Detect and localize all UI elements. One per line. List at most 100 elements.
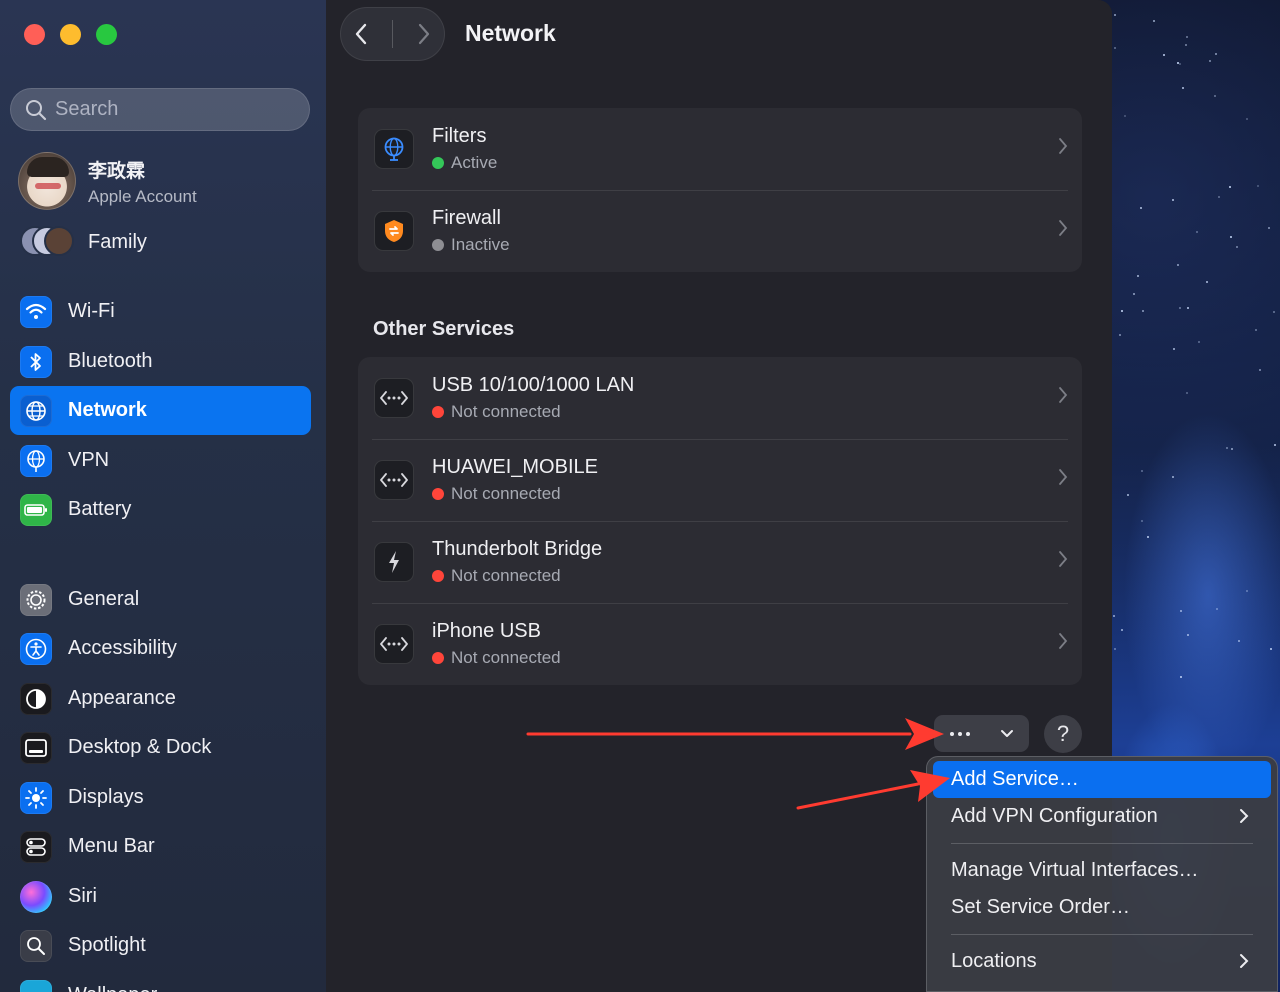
menu-bar-icon: [20, 830, 52, 863]
bluetooth-icon: [20, 345, 52, 378]
service-row-thunderbolt-bridge[interactable]: Thunderbolt Bridge Not connected: [358, 521, 1082, 603]
close-window-button[interactable]: [24, 24, 45, 45]
service-row-firewall[interactable]: Firewall Inactive: [358, 190, 1082, 272]
search-field[interactable]: [10, 88, 310, 131]
sidebar-item-label: Battery: [68, 498, 132, 520]
apple-account-item[interactable]: 李政霖 Apple Account: [18, 152, 197, 210]
thunderbolt-icon: [374, 542, 414, 582]
star-decoration: [1124, 115, 1126, 117]
window-controls: [24, 24, 117, 45]
star-decoration: [1137, 275, 1139, 277]
service-status: Active: [432, 153, 497, 173]
sidebar-item-siri[interactable]: Siri: [10, 872, 311, 921]
sidebar-item-label: Wallpaper: [68, 984, 157, 992]
sidebar-item-wifi[interactable]: Wi-Fi: [10, 287, 311, 336]
service-row-huawei-mobile[interactable]: HUAWEI_MOBILE Not connected: [358, 439, 1082, 521]
star-decoration: [1270, 648, 1272, 650]
sidebar-item-displays[interactable]: Displays: [10, 773, 311, 822]
star-decoration: [1163, 54, 1165, 56]
sun-icon: [20, 781, 52, 814]
menu-item-locations[interactable]: Locations: [933, 943, 1271, 980]
minimize-window-button[interactable]: [60, 24, 81, 45]
service-status: Not connected: [432, 566, 602, 586]
sidebar-item-network[interactable]: Network: [10, 386, 311, 435]
star-decoration: [1196, 231, 1198, 233]
status-dot-icon: [432, 239, 444, 251]
status-text: Not connected: [451, 566, 561, 585]
star-decoration: [1257, 185, 1259, 187]
forward-arrow-icon[interactable]: [416, 22, 432, 46]
menu-item-label: Set Service Order…: [951, 896, 1130, 918]
gear-icon: [20, 583, 52, 616]
sidebar-item-general[interactable]: General: [10, 575, 311, 624]
star-decoration: [1140, 207, 1142, 209]
star-decoration: [1172, 199, 1174, 201]
menu-item-set-service-order[interactable]: Set Service Order…: [933, 889, 1271, 926]
menu-item-add-vpn-configuration[interactable]: Add VPN Configuration: [933, 798, 1271, 835]
status-text: Active: [451, 153, 498, 172]
sidebar-item-bluetooth[interactable]: Bluetooth: [10, 337, 311, 386]
sidebar-item-menu-bar[interactable]: Menu Bar: [10, 822, 311, 871]
star-decoration: [1229, 186, 1231, 188]
more-actions-menu: Add Service… Add VPN Configuration Manag…: [926, 756, 1278, 992]
sidebar-item-appearance[interactable]: Appearance: [10, 674, 311, 723]
status-text: Not connected: [451, 402, 561, 421]
ethernet-icon: [374, 460, 414, 500]
sidebar-item-label: Spotlight: [68, 934, 146, 956]
ethernet-icon: [374, 624, 414, 664]
star-decoration: [1121, 310, 1123, 312]
star-decoration: [1186, 392, 1188, 394]
globe-icon: [20, 394, 52, 427]
service-name: HUAWEI_MOBILE: [432, 456, 598, 478]
sidebar-item-spotlight[interactable]: Spotlight: [10, 921, 311, 970]
wallpaper-icon: [20, 979, 52, 992]
star-decoration: [1141, 520, 1143, 522]
sidebar-item-accessibility[interactable]: Accessibility: [10, 624, 311, 673]
menu-item-add-service[interactable]: Add Service…: [933, 761, 1271, 798]
star-decoration: [1231, 448, 1233, 450]
search-icon: [26, 99, 47, 120]
star-decoration: [1153, 20, 1155, 22]
star-decoration: [1215, 53, 1217, 55]
back-arrow-icon[interactable]: [353, 22, 369, 46]
status-text: Not connected: [451, 484, 561, 503]
menu-item-manage-virtual-interfaces[interactable]: Manage Virtual Interfaces…: [933, 852, 1271, 889]
sidebar-item-label: Desktop & Dock: [68, 736, 212, 758]
service-row-filters[interactable]: Filters Active: [358, 108, 1082, 190]
status-text: Not connected: [451, 648, 561, 667]
sidebar-item-label: Siri: [68, 885, 97, 907]
star-decoration: [1187, 634, 1189, 636]
family-item[interactable]: Family: [20, 226, 147, 258]
sidebar-item-label: Menu Bar: [68, 835, 155, 857]
page-title: Network: [465, 20, 556, 46]
sidebar-item-desktop-dock[interactable]: Desktop & Dock: [10, 723, 311, 772]
sidebar-item-vpn[interactable]: VPN: [10, 436, 311, 485]
star-decoration: [1179, 307, 1181, 309]
sidebar-item-battery[interactable]: Battery: [10, 485, 311, 534]
service-status: Inactive: [432, 235, 510, 255]
status-text: Inactive: [451, 235, 510, 254]
star-decoration: [1127, 494, 1129, 496]
help-button[interactable]: ?: [1044, 715, 1082, 753]
star-decoration: [1147, 536, 1149, 538]
history-nav: [340, 7, 445, 61]
star-decoration: [1180, 676, 1182, 678]
star-decoration: [1142, 310, 1144, 312]
service-row-iphone-usb[interactable]: iPhone USB Not connected: [358, 603, 1082, 685]
menu-separator: [951, 934, 1253, 935]
wifi-icon: [20, 295, 52, 328]
star-decoration: [1141, 470, 1143, 472]
star-decoration: [1214, 95, 1216, 97]
sidebar-item-wallpaper[interactable]: Wallpaper: [10, 971, 311, 992]
section-header-other-services: Other Services: [373, 318, 515, 340]
ellipsis-icon: [949, 731, 970, 736]
search-input[interactable]: [55, 98, 295, 121]
service-row-usb-lan[interactable]: USB 10/100/1000 LAN Not connected: [358, 357, 1082, 439]
zoom-window-button[interactable]: [96, 24, 117, 45]
accessibility-icon: [20, 632, 52, 665]
family-avatars-icon: [20, 226, 76, 258]
vpn-globe-icon: [20, 444, 52, 477]
more-actions-button[interactable]: [934, 715, 1029, 752]
star-decoration: [1185, 44, 1187, 46]
star-decoration: [1209, 60, 1211, 62]
